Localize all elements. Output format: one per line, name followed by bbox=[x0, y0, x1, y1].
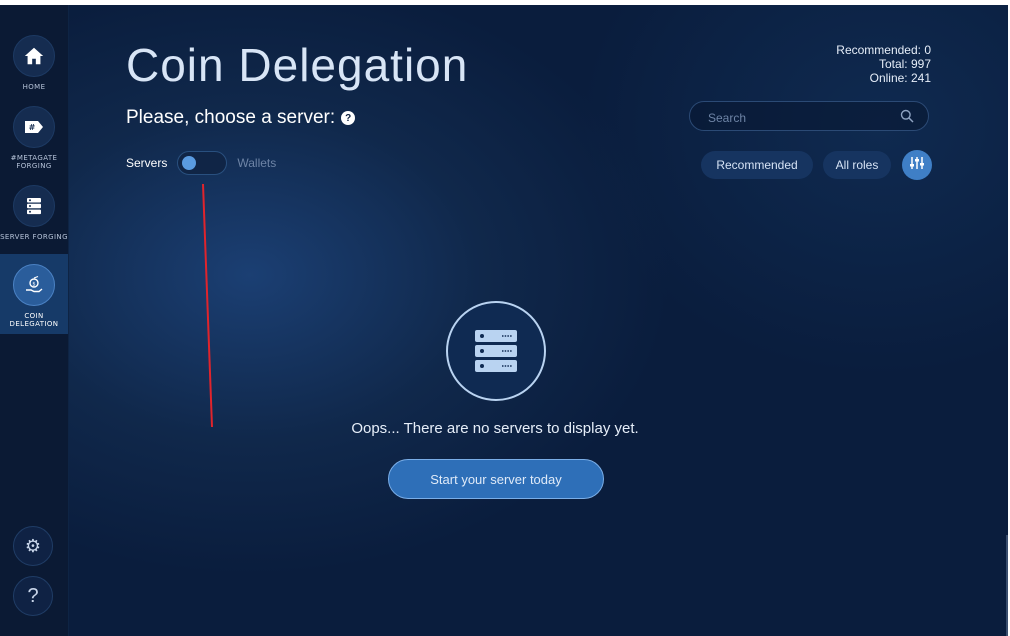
search-icon[interactable] bbox=[900, 109, 914, 128]
subtitle-text: Please, choose a server: bbox=[126, 107, 336, 128]
toggle-label-servers[interactable]: Servers bbox=[126, 156, 167, 170]
stat-online: Online: 241 bbox=[869, 71, 931, 85]
servers-wallets-toggle: Servers Wallets bbox=[126, 151, 276, 175]
sidebar-item-label: #METAGATE FORGING bbox=[10, 154, 58, 170]
start-server-button[interactable]: Start your server today bbox=[388, 459, 604, 499]
search-box bbox=[689, 101, 929, 131]
scrollbar[interactable] bbox=[1006, 535, 1008, 636]
sidebar-item-label: SERVER FORGING bbox=[0, 233, 68, 241]
server-stack-icon bbox=[446, 301, 546, 401]
subtitle: Please, choose a server: ? bbox=[126, 107, 356, 129]
search-input[interactable] bbox=[706, 108, 900, 128]
help-button[interactable]: ? bbox=[13, 576, 53, 616]
help-icon: ? bbox=[27, 584, 39, 607]
question-icon[interactable]: ? bbox=[341, 111, 356, 125]
sidebar-item-server-forging[interactable]: SERVER FORGING bbox=[0, 185, 68, 241]
sidebar-item-metagate-forging[interactable]: # #METAGATE FORGING bbox=[0, 106, 68, 170]
toggle-label-wallets[interactable]: Wallets bbox=[237, 156, 276, 170]
page-title: Coin Delegation bbox=[126, 39, 469, 91]
sliders-icon bbox=[909, 155, 925, 176]
stat-total: Total: 997 bbox=[878, 57, 931, 71]
hand-coin-icon: $ bbox=[13, 264, 55, 306]
sidebar-item-coin-delegation[interactable]: $ COIN DELEGATION bbox=[0, 254, 68, 334]
home-icon bbox=[13, 35, 55, 77]
recommended-filter-button[interactable]: Recommended bbox=[701, 151, 813, 179]
all-roles-filter-button[interactable]: All roles bbox=[823, 151, 891, 179]
server-stats: Recommended: 0 Total: 997 Online: 241 bbox=[836, 43, 931, 85]
settings-button[interactable]: ⚙ bbox=[13, 526, 53, 566]
app-window: HOME # #METAGATE FORGING SERVER FORGING … bbox=[0, 5, 1008, 636]
gear-icon: ⚙ bbox=[24, 535, 42, 556]
sidebar: HOME # #METAGATE FORGING SERVER FORGING … bbox=[0, 5, 69, 636]
sidebar-item-label: COIN DELEGATION bbox=[9, 312, 59, 328]
toggle-switch[interactable] bbox=[177, 151, 228, 175]
sidebar-item-label: HOME bbox=[22, 83, 46, 91]
svg-text:#: # bbox=[29, 123, 36, 132]
stat-recommended: Recommended: 0 bbox=[836, 43, 931, 57]
hashtag-tag-icon: # bbox=[13, 106, 55, 148]
server-icon bbox=[13, 185, 55, 227]
sidebar-item-home[interactable]: HOME bbox=[0, 35, 68, 91]
svg-text:$: $ bbox=[32, 281, 35, 287]
empty-state-message: Oops... There are no servers to display … bbox=[351, 420, 639, 437]
toggle-knob bbox=[182, 156, 197, 170]
filter-settings-button[interactable] bbox=[902, 150, 932, 180]
